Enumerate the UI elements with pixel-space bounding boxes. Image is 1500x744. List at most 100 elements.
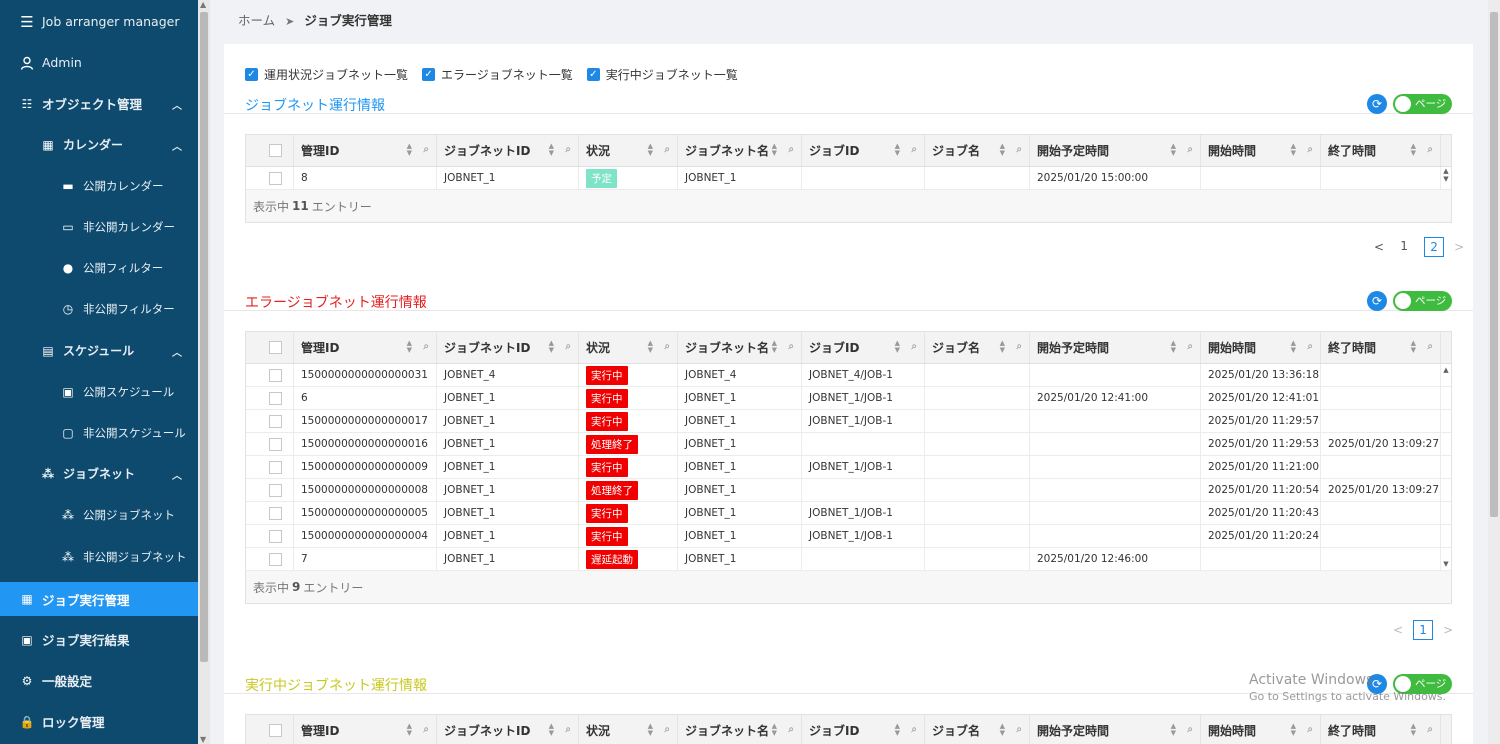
search-icon[interactable]: ⌕ [911, 144, 917, 155]
row-checkbox[interactable] [269, 171, 282, 185]
sidebar-item-object-mgmt[interactable]: ☷ オブジェクト管理 ︿ [0, 83, 198, 124]
scroll-up-icon[interactable]: ▲ [200, 0, 206, 9]
column-header[interactable]: ジョブネットID ▲ ▼ ⌕ [437, 135, 579, 166]
scroll-down-icon[interactable]: ▼ [200, 735, 206, 744]
scrollbar-thumb[interactable] [1490, 12, 1498, 517]
sort-icon[interactable]: ▲ ▼ [895, 723, 900, 737]
sort-icon[interactable]: ▲ ▼ [895, 143, 900, 157]
sidebar-item-jobnet[interactable]: ⁂ ジョブネット ︿ [0, 453, 198, 494]
row-checkbox[interactable] [269, 368, 282, 382]
sort-icon[interactable]: ▲ ▼ [648, 340, 653, 354]
row-checkbox[interactable] [269, 414, 282, 428]
table-row[interactable]: 1500000000000000008 JOBNET_1 処理終了 JOBNET_1 2… [246, 479, 1451, 502]
sort-icon[interactable]: ▲ ▼ [648, 723, 653, 737]
column-header[interactable]: 開始予定時間 ▲ ▼ ⌕ [1030, 135, 1201, 166]
sort-icon[interactable]: ▲ ▼ [549, 340, 554, 354]
next-page-icon[interactable]: > [1454, 240, 1464, 254]
sort-icon[interactable]: ▲ ▼ [1171, 723, 1176, 737]
column-header[interactable]: ジョブネット名 ▲ ▼ ⌕ [678, 715, 802, 744]
column-header[interactable]: 状況 ▲ ▼ ⌕ [579, 715, 678, 744]
column-header[interactable]: 管理ID ▲ ▼ ⌕ [294, 332, 437, 363]
column-header[interactable]: ジョブID ▲ ▼ ⌕ [802, 332, 925, 363]
refresh-button-error[interactable]: ⟳ [1367, 291, 1387, 311]
sort-icon[interactable]: ▲ ▼ [1411, 340, 1416, 354]
search-icon[interactable]: ⌕ [1187, 144, 1193, 155]
sort-icon[interactable]: ▲ ▼ [407, 340, 412, 354]
sidebar-item-schedule[interactable]: ▤ スケジュール ︿ [0, 330, 198, 371]
column-header[interactable]: 管理ID ▲ ▼ ⌕ [294, 135, 437, 166]
column-header[interactable]: ジョブ名 ▲ ▼ ⌕ [925, 135, 1030, 166]
select-all-checkbox[interactable] [269, 144, 282, 157]
search-icon[interactable]: ⌕ [664, 144, 670, 155]
search-icon[interactable]: ⌕ [565, 341, 571, 352]
sort-icon[interactable]: ▲ ▼ [1291, 340, 1296, 354]
column-header[interactable]: ジョブ名 ▲ ▼ ⌕ [925, 715, 1030, 744]
column-header[interactable]: 状況 ▲ ▼ ⌕ [579, 135, 678, 166]
sidebar-item-private-calendar[interactable]: ▭ 非公開カレンダー [0, 206, 198, 247]
sort-icon[interactable]: ▲ ▼ [772, 340, 777, 354]
sidebar-item-public-schedule[interactable]: ▣ 公開スケジュール [0, 371, 198, 412]
table-scroll-down-icon[interactable]: ▼ [1441, 560, 1451, 568]
sort-icon[interactable]: ▲ ▼ [1171, 143, 1176, 157]
table-scroll-arrows-icon[interactable]: ▲ ▼ [1441, 167, 1451, 183]
sidebar-item-general-settings[interactable]: ⚙ 一般設定 [0, 660, 198, 701]
search-icon[interactable]: ⌕ [1307, 724, 1313, 735]
table-row[interactable]: 1500000000000000005 JOBNET_1 実行中 JOBNET_1 JO… [246, 502, 1451, 525]
sidebar-item-public-filter[interactable]: ● 公開フィルター [0, 247, 198, 288]
search-icon[interactable]: ⌕ [423, 724, 429, 735]
column-header[interactable]: ジョブネット名 ▲ ▼ ⌕ [678, 135, 802, 166]
column-header[interactable]: 開始予定時間 ▲ ▼ ⌕ [1030, 332, 1201, 363]
prev-page-icon[interactable]: < [1393, 623, 1403, 637]
search-icon[interactable]: ⌕ [1427, 341, 1433, 352]
table-scroll-up-icon[interactable]: ▲ [1441, 366, 1451, 374]
table-row[interactable]: 8 JOBNET_1 予定 JOBNET_1 2025/01/20 15:00:00 [246, 167, 1451, 190]
row-checkbox[interactable] [269, 437, 282, 451]
page-scrollbar[interactable] [1488, 0, 1500, 744]
column-header[interactable]: 開始時間 ▲ ▼ ⌕ [1201, 715, 1321, 744]
page-button-current[interactable]: 1 [1413, 620, 1434, 640]
next-page-icon[interactable]: > [1443, 623, 1453, 637]
search-icon[interactable]: ⌕ [1016, 724, 1022, 735]
search-icon[interactable]: ⌕ [1307, 341, 1313, 352]
column-header[interactable]: 開始時間 ▲ ▼ ⌕ [1201, 135, 1321, 166]
checkbox-checked-icon[interactable]: ✓ [245, 68, 258, 81]
search-icon[interactable]: ⌕ [911, 341, 917, 352]
sort-icon[interactable]: ▲ ▼ [549, 143, 554, 157]
column-header[interactable]: 終了時間 ▲ ▼ ⌕ [1321, 135, 1441, 166]
sort-icon[interactable]: ▲ ▼ [1000, 340, 1005, 354]
search-icon[interactable]: ⌕ [664, 724, 670, 735]
search-icon[interactable]: ⌕ [788, 144, 794, 155]
sort-icon[interactable]: ▲ ▼ [1411, 723, 1416, 737]
sidebar-item-lock-mgmt[interactable]: 🔒 ロック管理 [0, 701, 198, 742]
search-icon[interactable]: ⌕ [1427, 144, 1433, 155]
prev-page-icon[interactable]: < [1374, 240, 1384, 254]
table-row[interactable]: 1500000000000000031 JOBNET_4 実行中 JOBNET_4 JO… [246, 364, 1451, 387]
sidebar-item-private-filter[interactable]: ◷ 非公開フィルター [0, 288, 198, 329]
sort-icon[interactable]: ▲ ▼ [1291, 723, 1296, 737]
search-icon[interactable]: ⌕ [423, 341, 429, 352]
column-header[interactable]: ジョブ名 ▲ ▼ ⌕ [925, 332, 1030, 363]
page-toggle-error[interactable]: ページ [1393, 291, 1452, 311]
column-header[interactable]: ジョブID ▲ ▼ ⌕ [802, 135, 925, 166]
search-icon[interactable]: ⌕ [1187, 724, 1193, 735]
column-header[interactable]: 管理ID ▲ ▼ ⌕ [294, 715, 437, 744]
row-checkbox[interactable] [269, 529, 282, 543]
sort-icon[interactable]: ▲ ▼ [407, 723, 412, 737]
column-header[interactable]: ジョブネットID ▲ ▼ ⌕ [437, 332, 579, 363]
column-header[interactable]: ジョブネットID ▲ ▼ ⌕ [437, 715, 579, 744]
checkbox-checked-icon[interactable]: ✓ [586, 68, 600, 81]
table-row[interactable]: 7 JOBNET_1 遅延起動 JOBNET_1 2025/01/20 12:46:00 [246, 548, 1451, 571]
page-toggle-ops[interactable]: ページ [1393, 94, 1452, 114]
page-button[interactable]: 1 [1394, 237, 1414, 257]
search-icon[interactable]: ⌕ [1016, 341, 1022, 352]
sidebar-item-private-jobnet[interactable]: ⁂ 非公開ジョブネット [0, 536, 198, 577]
sidebar-item-calendar[interactable]: ▦ カレンダー ︿ [0, 124, 198, 165]
sidebar-item-job-exec-result[interactable]: ▣ ジョブ実行結果 [0, 619, 198, 660]
search-icon[interactable]: ⌕ [1427, 724, 1433, 735]
search-icon[interactable]: ⌕ [565, 144, 571, 155]
sidebar-scrollbar[interactable]: ▲ ▼ [198, 0, 210, 744]
select-all-checkbox[interactable] [269, 341, 282, 354]
sort-icon[interactable]: ▲ ▼ [895, 340, 900, 354]
sort-icon[interactable]: ▲ ▼ [407, 143, 412, 157]
filter-running-checkbox[interactable]: ✓ 実行中ジョブネット一覧 [586, 66, 738, 83]
